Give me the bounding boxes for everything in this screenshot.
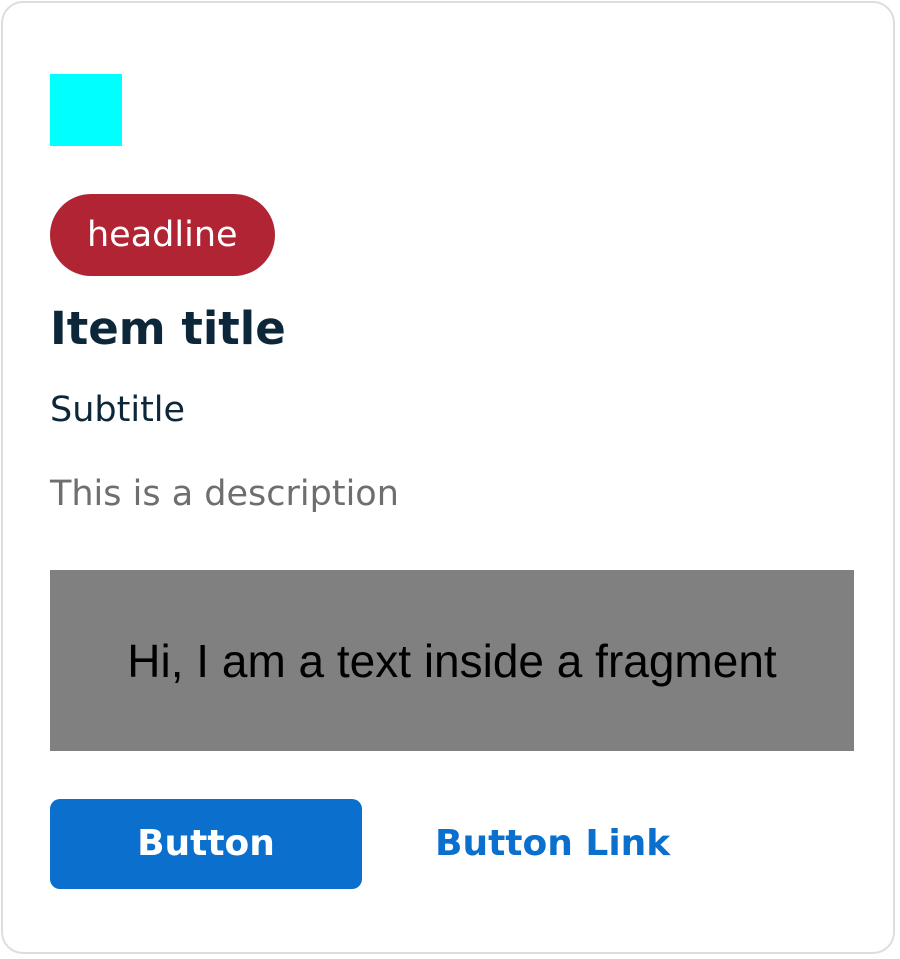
card: headline Item title Subtitle This is a d…: [1, 1, 895, 954]
cyan-square-asset: [50, 74, 122, 146]
item-subtitle: Subtitle: [50, 390, 186, 430]
primary-button[interactable]: Button: [50, 799, 362, 889]
headline-tag: headline: [50, 194, 275, 276]
item-description: This is a description: [50, 474, 399, 514]
fragment-container: Hi, I am a text inside a fragment: [50, 570, 854, 751]
fragment-text: Hi, I am a text inside a fragment: [127, 634, 777, 687]
link-button[interactable]: Button Link: [435, 799, 670, 889]
item-title: Item title: [50, 302, 286, 355]
